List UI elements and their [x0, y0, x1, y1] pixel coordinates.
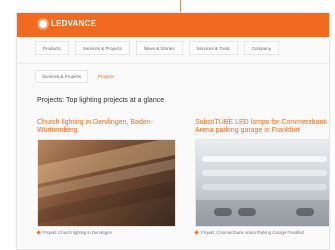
project-card-caption-text: Projekt: Commerzbank Arena Parking Garag… [201, 230, 305, 235]
bullet-icon [194, 230, 199, 235]
brand-bar: LEDVANCE [17, 13, 329, 37]
nav-item-products[interactable]: Products [35, 41, 69, 55]
divider [17, 63, 329, 64]
project-card-title-line-1: SubstiTUBE LED lamps for Commerzbank [195, 119, 327, 126]
project-card-title[interactable]: Church lighting in Dervlingen, Baden- Wü… [37, 119, 182, 135]
page-title: Projects: Top lighting projects at a gla… [37, 97, 165, 104]
church-interior-image [38, 140, 175, 226]
project-card[interactable]: SubstiTUBE LED lamps for Commerzbank Are… [194, 119, 329, 235]
subnav-item-services-projects[interactable]: Services & Projects [35, 69, 89, 83]
project-card-caption[interactable]: Projekt: Commerzbank Arena Parking Garag… [194, 230, 329, 235]
nav-item-company[interactable]: Company [243, 41, 279, 55]
project-card-image[interactable] [37, 139, 176, 227]
browser-window: LEDVANCE Products Services & Projects Ne… [16, 12, 330, 250]
project-card-caption-text: Projekt: Church lighting in Dervlingen [43, 230, 112, 235]
project-card-title-line-1: Church lighting in Dervlingen, Baden- [37, 119, 153, 126]
subnav-item-projects[interactable]: Projects [98, 74, 114, 79]
project-card[interactable]: Church lighting in Dervlingen, Baden- Wü… [36, 119, 182, 235]
project-card-caption[interactable]: Projekt: Church lighting in Dervlingen [36, 230, 182, 235]
project-card-title-line-2: Württemberg [37, 127, 78, 134]
nav-item-services-projects[interactable]: Services & Projects [74, 41, 130, 55]
sub-nav: Services & Projects Projects [35, 69, 114, 83]
parking-garage-image [196, 140, 329, 226]
bullet-icon [36, 230, 41, 235]
project-card-title-line-2: Arena parking garage in Frankfurt [195, 127, 300, 134]
main-nav: Products Services & Projects News & Stor… [17, 41, 329, 55]
nav-item-services-tools[interactable]: Services & Tools [188, 41, 238, 55]
ledvance-logo-icon [39, 19, 47, 28]
screenshot-stage: LEDVANCE Products Services & Projects Ne… [0, 0, 335, 250]
project-card-image[interactable] [195, 139, 329, 227]
nav-item-news-stories[interactable]: News & Stories [135, 41, 183, 55]
project-card-title[interactable]: SubstiTUBE LED lamps for Commerzbank Are… [195, 119, 329, 135]
brand-name: LEDVANCE [51, 19, 97, 28]
brand-logo[interactable]: LEDVANCE [39, 19, 96, 28]
